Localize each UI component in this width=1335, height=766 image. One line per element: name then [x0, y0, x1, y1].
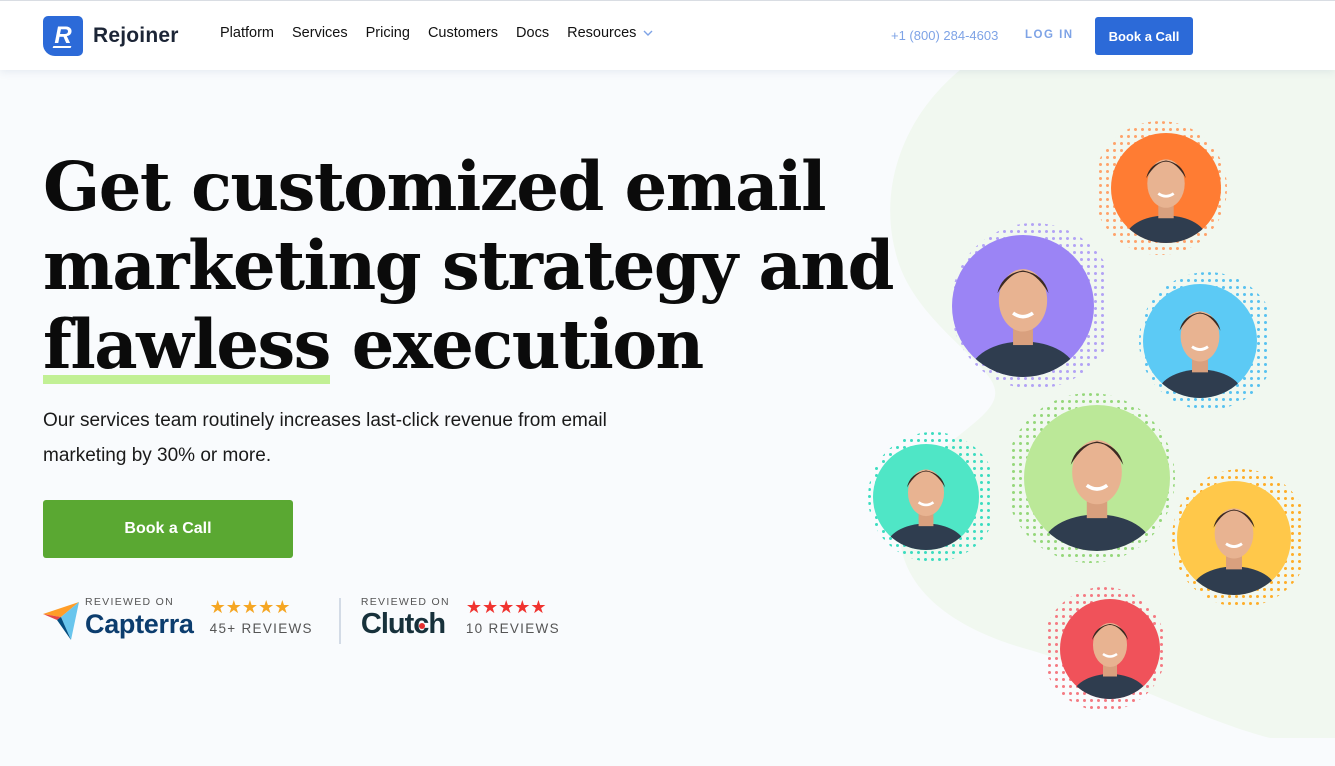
hero-book-call-button[interactable]: Book a Call: [43, 500, 293, 558]
logo-text: Rejoiner: [93, 24, 179, 47]
logo-icon: R: [43, 16, 83, 56]
headline-line-2: marketing strategy and: [43, 226, 894, 305]
phone-link[interactable]: +1 (800) 284-4603: [891, 28, 998, 43]
nav-item-customers[interactable]: Customers: [428, 25, 498, 41]
team-avatar: [859, 430, 998, 564]
capterra-logo-text: Capterra: [85, 609, 194, 639]
chevron-down-icon: [643, 30, 653, 36]
headline-rest: execution: [329, 305, 705, 384]
avatar-dot-pattern: [1042, 587, 1166, 711]
avatar-dot-pattern: [1005, 393, 1175, 563]
nav-item-pricing[interactable]: Pricing: [366, 25, 410, 41]
hero-subtitle: Our services team routinely increases la…: [43, 410, 607, 466]
clutch-reviewed-on: REVIEWED ON: [360, 596, 450, 608]
nav-item-docs[interactable]: Docs: [516, 25, 549, 41]
team-avatar: [938, 221, 1117, 391]
avatar-dot-pattern: [951, 223, 1117, 389]
headline-line-1: Get customized email: [43, 147, 827, 226]
capterra-logo-icon: [43, 602, 79, 640]
capterra-review-count: 45+ REVIEWS: [209, 621, 313, 636]
hero-headline: Get customized email marketing strategy …: [43, 147, 903, 384]
clutch-star-rating: ★★★★★: [465, 597, 547, 617]
clutch-logo-label: Clutch: [360, 608, 446, 640]
nav-item-resources[interactable]: Resources: [567, 25, 653, 41]
team-avatar: [1163, 467, 1310, 609]
clutch-review[interactable]: REVIEWED ON Clutch ★★★★★ 10 REVIEWS: [361, 596, 560, 641]
nav-item-platform[interactable]: Platform: [220, 25, 274, 41]
avatar-dot-pattern: [1093, 121, 1227, 255]
main-nav: Platform Services Pricing Customers Docs…: [220, 25, 671, 41]
review-divider: [338, 598, 341, 644]
review-badges: REVIEWED ON Capterra ★★★★★ 45+ REVIEWS R…: [43, 596, 560, 644]
nav-item-services[interactable]: Services: [292, 25, 348, 41]
team-avatar: [1042, 585, 1174, 713]
capterra-reviewed-on: REVIEWED ON: [85, 596, 174, 608]
clutch-review-count: 10 REVIEWS: [465, 621, 560, 636]
header-book-call-button[interactable]: Book a Call: [1095, 17, 1193, 55]
team-avatar: [1005, 391, 1184, 565]
team-avatar: [1093, 119, 1235, 257]
clutch-logo-dot-icon: [418, 623, 425, 629]
avatar-dot-pattern: [1172, 469, 1310, 607]
clutch-logo-text: Clutch: [360, 608, 446, 641]
logo-link[interactable]: R Rejoiner: [43, 16, 179, 56]
headline-highlight: flawless: [43, 305, 331, 384]
nav-item-resources-label: Resources: [567, 25, 637, 41]
login-link[interactable]: LOG IN: [1025, 29, 1074, 41]
capterra-star-rating: ★★★★★: [209, 597, 291, 617]
site-header: R Rejoiner Platform Services Pricing Cus…: [0, 0, 1335, 70]
capterra-review[interactable]: REVIEWED ON Capterra ★★★★★ 45+ REVIEWS: [43, 596, 313, 640]
avatar-dot-pattern: [868, 432, 998, 562]
